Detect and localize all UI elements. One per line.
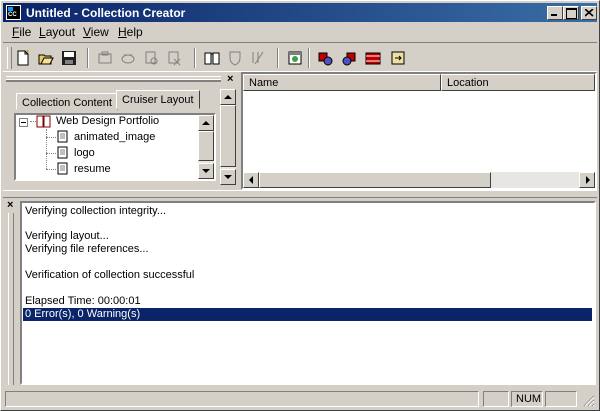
minimize-button[interactable] xyxy=(547,6,563,20)
status-bar: NUM xyxy=(3,390,597,410)
left-pane-scroll-thumb[interactable] xyxy=(220,105,236,167)
resize-grip-icon[interactable] xyxy=(583,395,595,407)
log-line: Elapsed Time: 00:00:01 xyxy=(25,295,141,307)
list-view[interactable]: Name Location xyxy=(241,72,597,190)
log-line-selected[interactable]: 0 Error(s), 0 Warning(s) xyxy=(23,308,592,321)
menu-layout[interactable]: Layout xyxy=(39,25,75,39)
tab-cruiser-layout[interactable]: Cruiser Layout xyxy=(116,90,200,109)
document-icon xyxy=(57,146,68,159)
output-log[interactable]: Verifying collection integrity... Verify… xyxy=(20,201,596,385)
tree-scroll-down-button[interactable] xyxy=(198,163,214,179)
toolbar-grip[interactable] xyxy=(7,47,12,69)
title-bar[interactable]: CC Untitled - Collection Creator xyxy=(3,3,597,22)
log-line: Verifying collection integrity... xyxy=(25,205,167,217)
tree-scroll-thumb[interactable] xyxy=(198,131,214,161)
pane-splitter[interactable] xyxy=(3,190,597,198)
document-icon xyxy=(57,130,68,143)
window-title: Untitled - Collection Creator xyxy=(26,6,186,20)
column-header-name[interactable]: Name xyxy=(243,74,441,91)
log-line: Verification of collection successful xyxy=(25,269,195,281)
log-line: Verifying file references... xyxy=(25,243,149,255)
close-button[interactable] xyxy=(581,6,597,20)
film-icon[interactable] xyxy=(363,48,383,68)
toolbar xyxy=(3,42,597,72)
tool-2-icon[interactable] xyxy=(118,48,138,68)
status-num: NUM xyxy=(511,391,543,407)
book-icon[interactable] xyxy=(202,48,222,68)
book-icon xyxy=(36,115,51,128)
list-scroll-left-button[interactable] xyxy=(243,172,259,188)
left-pane-close-icon[interactable]: × xyxy=(227,73,233,85)
tool-1-icon[interactable] xyxy=(95,48,115,68)
left-pane: × Collection Content Cruiser Layout Web … xyxy=(6,73,239,187)
tree-item[interactable]: animated_image xyxy=(74,131,155,143)
status-message xyxy=(5,391,479,407)
tool-3-icon[interactable] xyxy=(141,48,161,68)
list-scroll-right-button[interactable] xyxy=(579,172,595,188)
tree-root-label[interactable]: Web Design Portfolio xyxy=(56,115,159,127)
tree-item[interactable]: resume xyxy=(74,163,111,175)
output-close-icon[interactable]: × xyxy=(7,199,13,211)
tool-4-icon[interactable] xyxy=(164,48,184,68)
tool-5-icon[interactable] xyxy=(248,48,268,68)
maximize-button[interactable] xyxy=(563,6,579,20)
tree-item[interactable]: logo xyxy=(74,147,95,159)
app-icon[interactable]: CC xyxy=(6,5,21,20)
left-pane-scroll-up-button[interactable] xyxy=(220,89,236,105)
column-header-location[interactable]: Location xyxy=(441,74,595,91)
gear-blue-icon[interactable] xyxy=(339,48,359,68)
status-caps xyxy=(483,391,509,407)
left-pane-scroll-down-button[interactable] xyxy=(220,169,236,185)
shield-icon[interactable] xyxy=(225,48,245,68)
open-icon[interactable] xyxy=(36,48,56,68)
status-scrl xyxy=(545,391,577,407)
browser-icon[interactable] xyxy=(285,48,305,68)
save-icon[interactable] xyxy=(59,48,79,68)
menu-bar: File Layout View Help xyxy=(3,23,597,41)
menu-help[interactable]: Help xyxy=(118,25,143,39)
app-window: CC Untitled - Collection Creator File La… xyxy=(0,0,600,411)
export-icon[interactable] xyxy=(388,48,408,68)
gear-red-icon[interactable] xyxy=(315,48,335,68)
tree-collapse-icon[interactable] xyxy=(19,116,28,127)
new-icon[interactable] xyxy=(13,48,33,68)
menu-file[interactable]: File xyxy=(12,25,31,39)
tab-collection-content[interactable]: Collection Content xyxy=(16,93,118,110)
tree-view[interactable]: Web Design Portfolio animated_image logo… xyxy=(14,113,216,181)
document-icon xyxy=(57,162,68,175)
tree-scroll-up-button[interactable] xyxy=(198,115,214,131)
menu-view[interactable]: View xyxy=(83,25,109,39)
list-scroll-thumb[interactable] xyxy=(259,172,491,188)
log-line: Verifying layout... xyxy=(25,230,109,242)
output-grip[interactable] xyxy=(8,213,14,385)
